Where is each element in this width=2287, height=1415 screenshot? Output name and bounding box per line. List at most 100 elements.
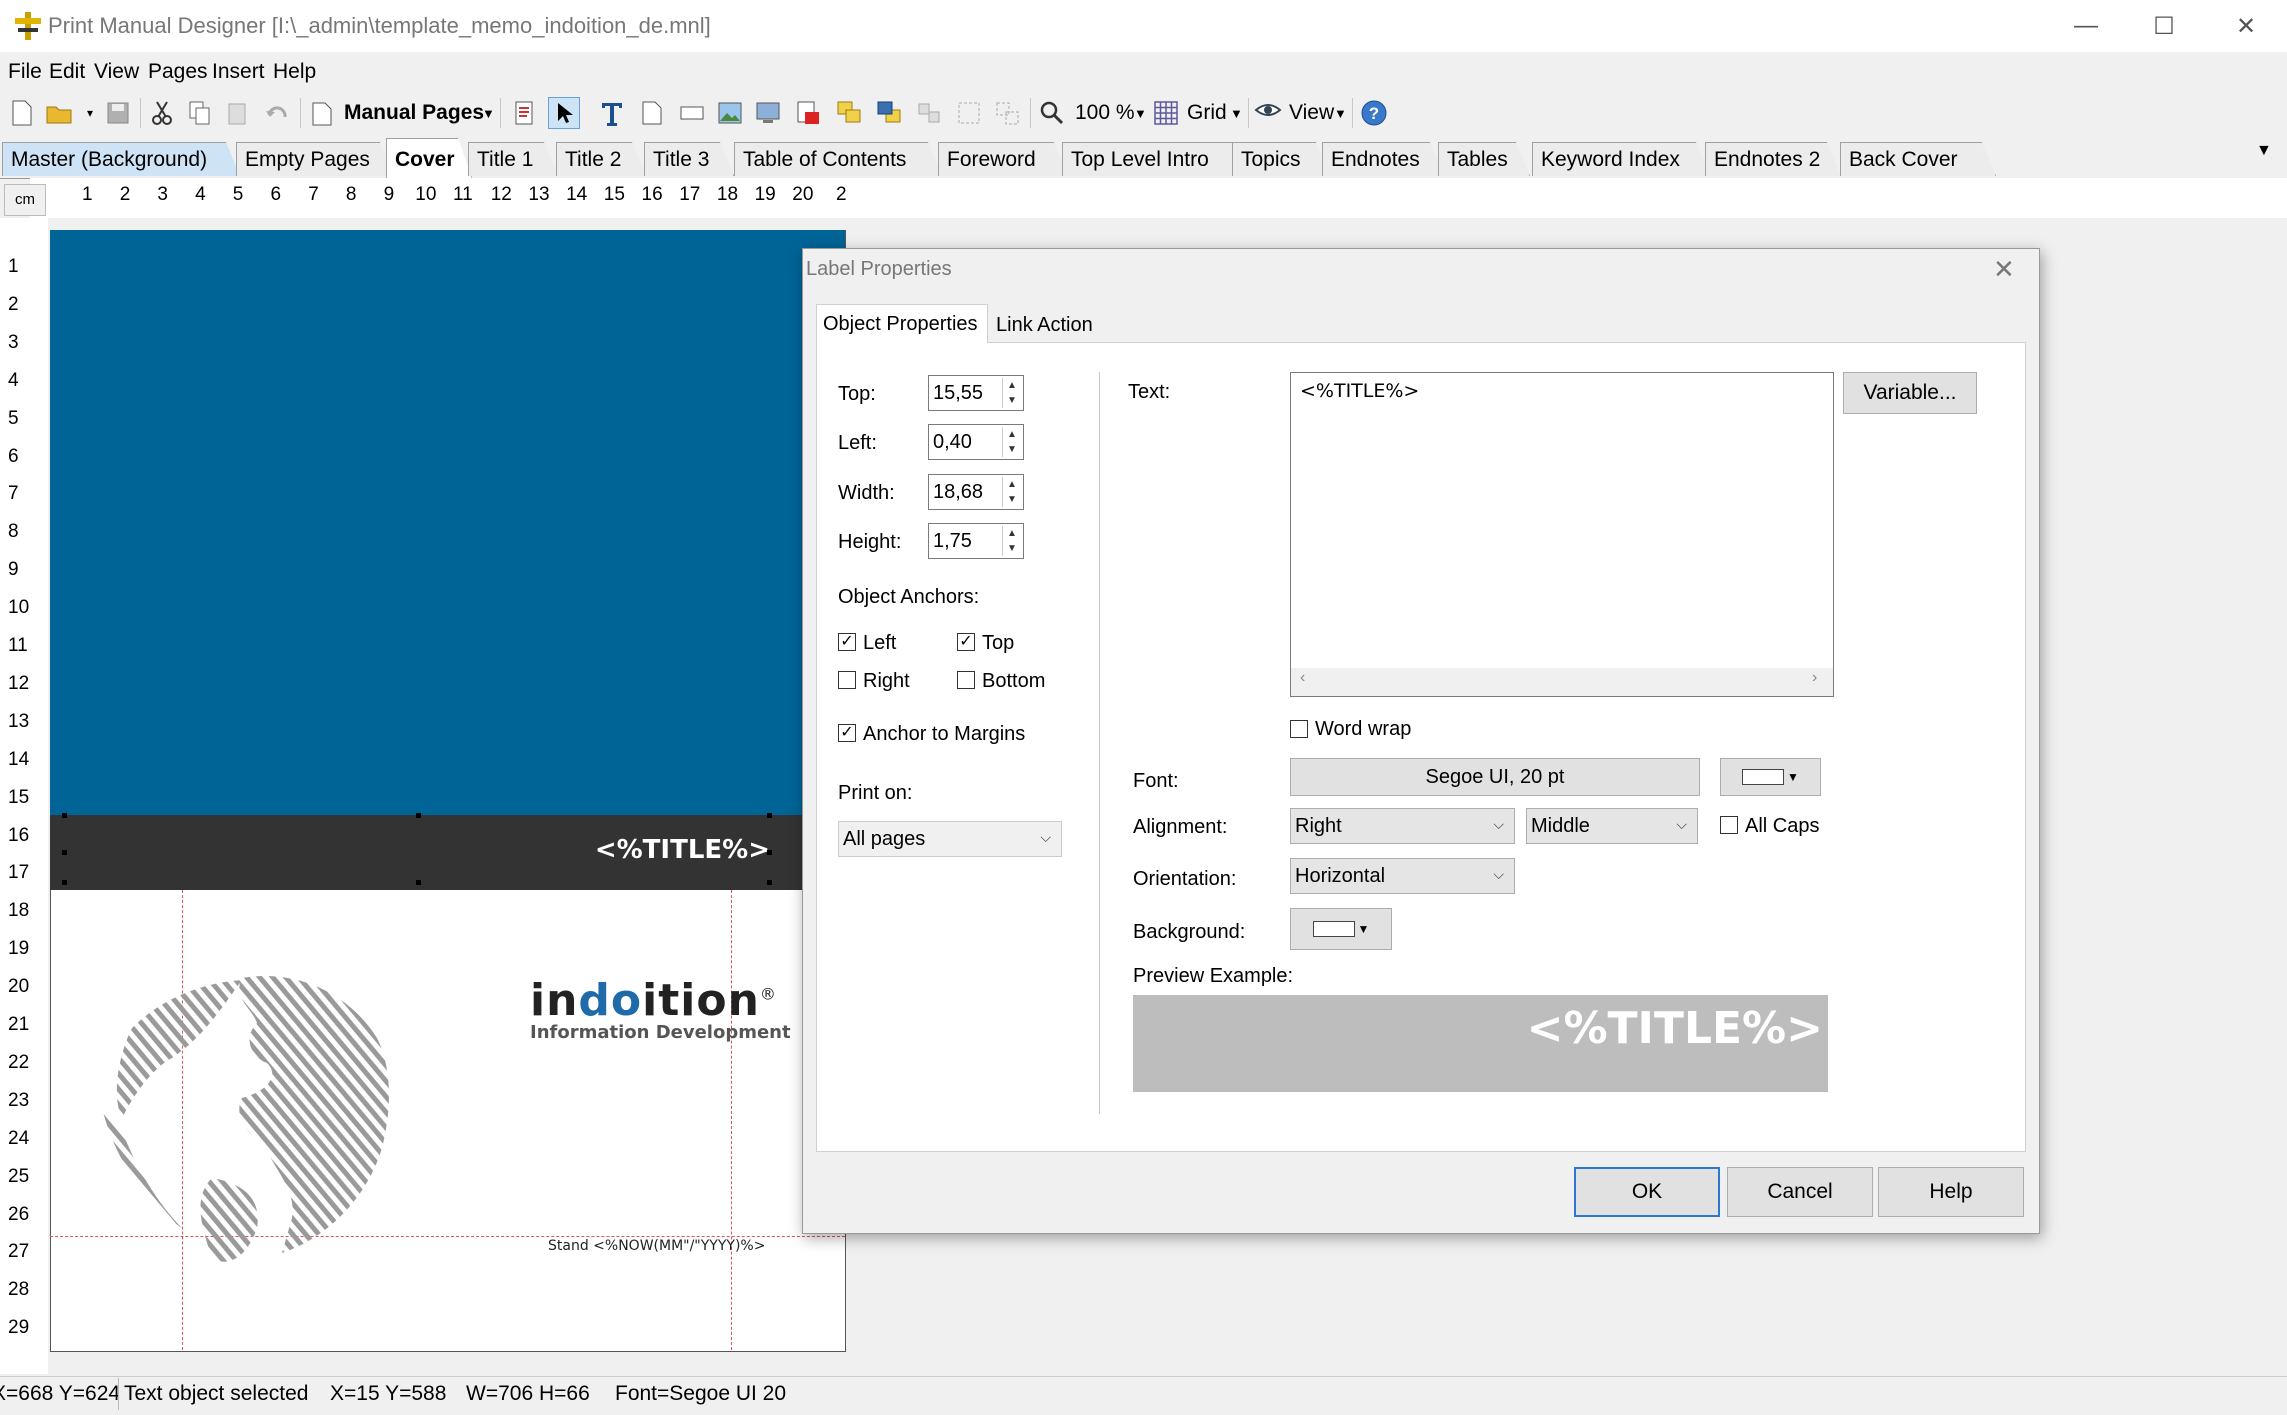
tab-object-properties[interactable]: Object Properties — [816, 304, 988, 342]
cover-title-label[interactable]: <%TITLE%> — [50, 835, 770, 865]
alignment-vertical-dropdown[interactable]: Middle ⌵ — [1526, 808, 1698, 844]
undo-icon[interactable] — [262, 97, 294, 129]
selection-handle[interactable] — [416, 880, 421, 885]
height-value[interactable]: 1,75 — [933, 530, 972, 553]
anchor-margins-checkbox[interactable]: ✓ — [838, 724, 856, 742]
tab-foreword[interactable]: Foreword — [938, 142, 1068, 176]
grid-icon[interactable] — [1150, 97, 1182, 129]
left-stepper[interactable]: 0,40 ▲ ▼ — [928, 424, 1024, 460]
manual-pages-dropdown[interactable]: Manual Pages — [344, 101, 484, 125]
scroll-left-icon[interactable]: ‹ — [1300, 669, 1305, 687]
tab-endnotes[interactable]: Endnotes — [1322, 142, 1444, 176]
tab-table-of-contents[interactable]: Table of Contents — [734, 142, 942, 176]
spin-arrows-icon[interactable]: ▲ ▼ — [1002, 477, 1021, 507]
stand-date-label[interactable]: Stand <%NOW(MM"/"YYYY)%> — [548, 1238, 765, 1254]
tabs-overflow-chevron-icon[interactable]: ▼ — [2256, 142, 2272, 160]
save-icon[interactable] — [102, 97, 134, 129]
font-color-picker[interactable]: ▼ — [1720, 758, 1821, 796]
menu-insert[interactable]: Insert — [212, 60, 265, 84]
text-value[interactable]: <%TITLE%> — [1300, 380, 1419, 402]
menu-help[interactable]: Help — [273, 60, 316, 84]
anchor-bottom-checkbox[interactable] — [957, 671, 975, 689]
zoom-dropdown[interactable]: 100 % — [1075, 101, 1135, 125]
cancel-button[interactable]: Cancel — [1727, 1167, 1873, 1217]
width-stepper[interactable]: 18,68 ▲ ▼ — [928, 474, 1024, 510]
tab-top-level-intro[interactable]: Top Level Intro — [1062, 142, 1246, 176]
view-chevron-icon[interactable]: ▼ — [1334, 106, 1347, 121]
tab-cover[interactable]: Cover — [386, 138, 472, 178]
align-icon[interactable] — [914, 97, 946, 129]
selection-handle[interactable] — [62, 880, 67, 885]
all-caps-label[interactable]: All Caps — [1745, 815, 1819, 838]
text-horizontal-scrollbar[interactable] — [1291, 668, 1833, 696]
height-stepper[interactable]: 1,75 ▲ ▼ — [928, 523, 1024, 559]
anchor-margins-label[interactable]: Anchor to Margins — [863, 723, 1025, 746]
tab-back-cover[interactable]: Back Cover — [1840, 142, 1996, 176]
rectangle-tool-icon[interactable] — [676, 97, 708, 129]
tab-title-2[interactable]: Title 2 — [556, 142, 646, 176]
anchor-right-label[interactable]: Right — [863, 670, 910, 693]
image-tool-icon[interactable] — [714, 97, 746, 129]
paste-icon[interactable] — [222, 97, 254, 129]
menu-pages[interactable]: Pages — [148, 60, 208, 84]
new-file-icon[interactable] — [6, 97, 38, 129]
text-input[interactable] — [1290, 372, 1834, 697]
tab-tables[interactable]: Tables — [1438, 142, 1530, 176]
tab-link-action[interactable]: Link Action — [990, 306, 1106, 344]
tab-endnotes-2[interactable]: Endnotes 2 — [1705, 142, 1841, 176]
globe-graphic-icon[interactable] — [92, 968, 442, 1288]
bring-front-icon[interactable] — [834, 97, 866, 129]
spin-arrows-icon[interactable]: ▲ ▼ — [1002, 427, 1021, 457]
text-tool-icon[interactable] — [596, 97, 628, 129]
help-icon[interactable]: ? — [1358, 97, 1390, 129]
tab-topics[interactable]: Topics — [1232, 142, 1330, 176]
alignment-horizontal-dropdown[interactable]: Right ⌵ — [1290, 808, 1515, 844]
ruler-unit[interactable]: cm — [4, 184, 46, 216]
selection-handle[interactable] — [767, 850, 772, 855]
copy-icon[interactable] — [184, 97, 216, 129]
anchor-top-checkbox[interactable]: ✓ — [957, 633, 975, 651]
view-eye-icon[interactable] — [1252, 97, 1284, 129]
open-folder-icon[interactable] — [44, 97, 76, 129]
screenshot-tool-icon[interactable] — [752, 97, 784, 129]
word-wrap-label[interactable]: Word wrap — [1315, 718, 1411, 741]
anchor-left-label[interactable]: Left — [863, 632, 896, 655]
all-caps-checkbox[interactable] — [1720, 816, 1738, 834]
select-pointer-icon[interactable] — [548, 97, 580, 129]
minimize-button[interactable]: — — [2046, 0, 2126, 52]
tab-master-background[interactable]: Master (Background) — [2, 142, 240, 176]
scroll-right-icon[interactable]: › — [1812, 669, 1817, 687]
orientation-dropdown[interactable]: Horizontal ⌵ — [1290, 858, 1515, 894]
anchor-top-label[interactable]: Top — [982, 632, 1014, 655]
dialog-close-icon[interactable]: ✕ — [1993, 254, 2015, 285]
selection-handle[interactable] — [62, 850, 67, 855]
ok-button[interactable]: OK — [1574, 1167, 1720, 1217]
left-value[interactable]: 0,40 — [933, 431, 972, 454]
pdf-tool-icon[interactable] — [792, 97, 824, 129]
variable-button[interactable]: Variable... — [1843, 372, 1977, 414]
zoom-chevron-icon[interactable]: ▼ — [1134, 106, 1147, 121]
pages-icon[interactable] — [306, 97, 338, 129]
spin-arrows-icon[interactable]: ▲ ▼ — [1002, 526, 1021, 556]
tab-title-1[interactable]: Title 1 — [468, 142, 558, 176]
selection-handle[interactable] — [767, 813, 772, 818]
page-properties-icon[interactable] — [508, 97, 540, 129]
tab-empty-pages[interactable]: Empty Pages — [236, 142, 394, 176]
selection-handle[interactable] — [62, 813, 67, 818]
close-button[interactable]: ✕ — [2206, 0, 2286, 52]
word-wrap-checkbox[interactable] — [1290, 720, 1308, 738]
group-icon[interactable] — [954, 97, 986, 129]
cut-icon[interactable] — [146, 97, 178, 129]
print-on-dropdown[interactable]: All pages ⌵ — [838, 821, 1062, 857]
background-color-picker[interactable]: ▼ — [1290, 908, 1392, 950]
send-back-icon[interactable] — [874, 97, 906, 129]
menu-edit[interactable]: Edit — [49, 60, 85, 84]
width-value[interactable]: 18,68 — [933, 481, 983, 504]
top-value[interactable]: 15,55 — [933, 382, 983, 405]
maximize-button[interactable]: ☐ — [2124, 0, 2204, 52]
anchor-bottom-label[interactable]: Bottom — [982, 670, 1045, 693]
anchor-left-checkbox[interactable]: ✓ — [838, 633, 856, 651]
view-dropdown[interactable]: View — [1289, 101, 1334, 125]
tab-keyword-index[interactable]: Keyword Index — [1532, 142, 1710, 176]
ungroup-icon[interactable] — [992, 97, 1024, 129]
